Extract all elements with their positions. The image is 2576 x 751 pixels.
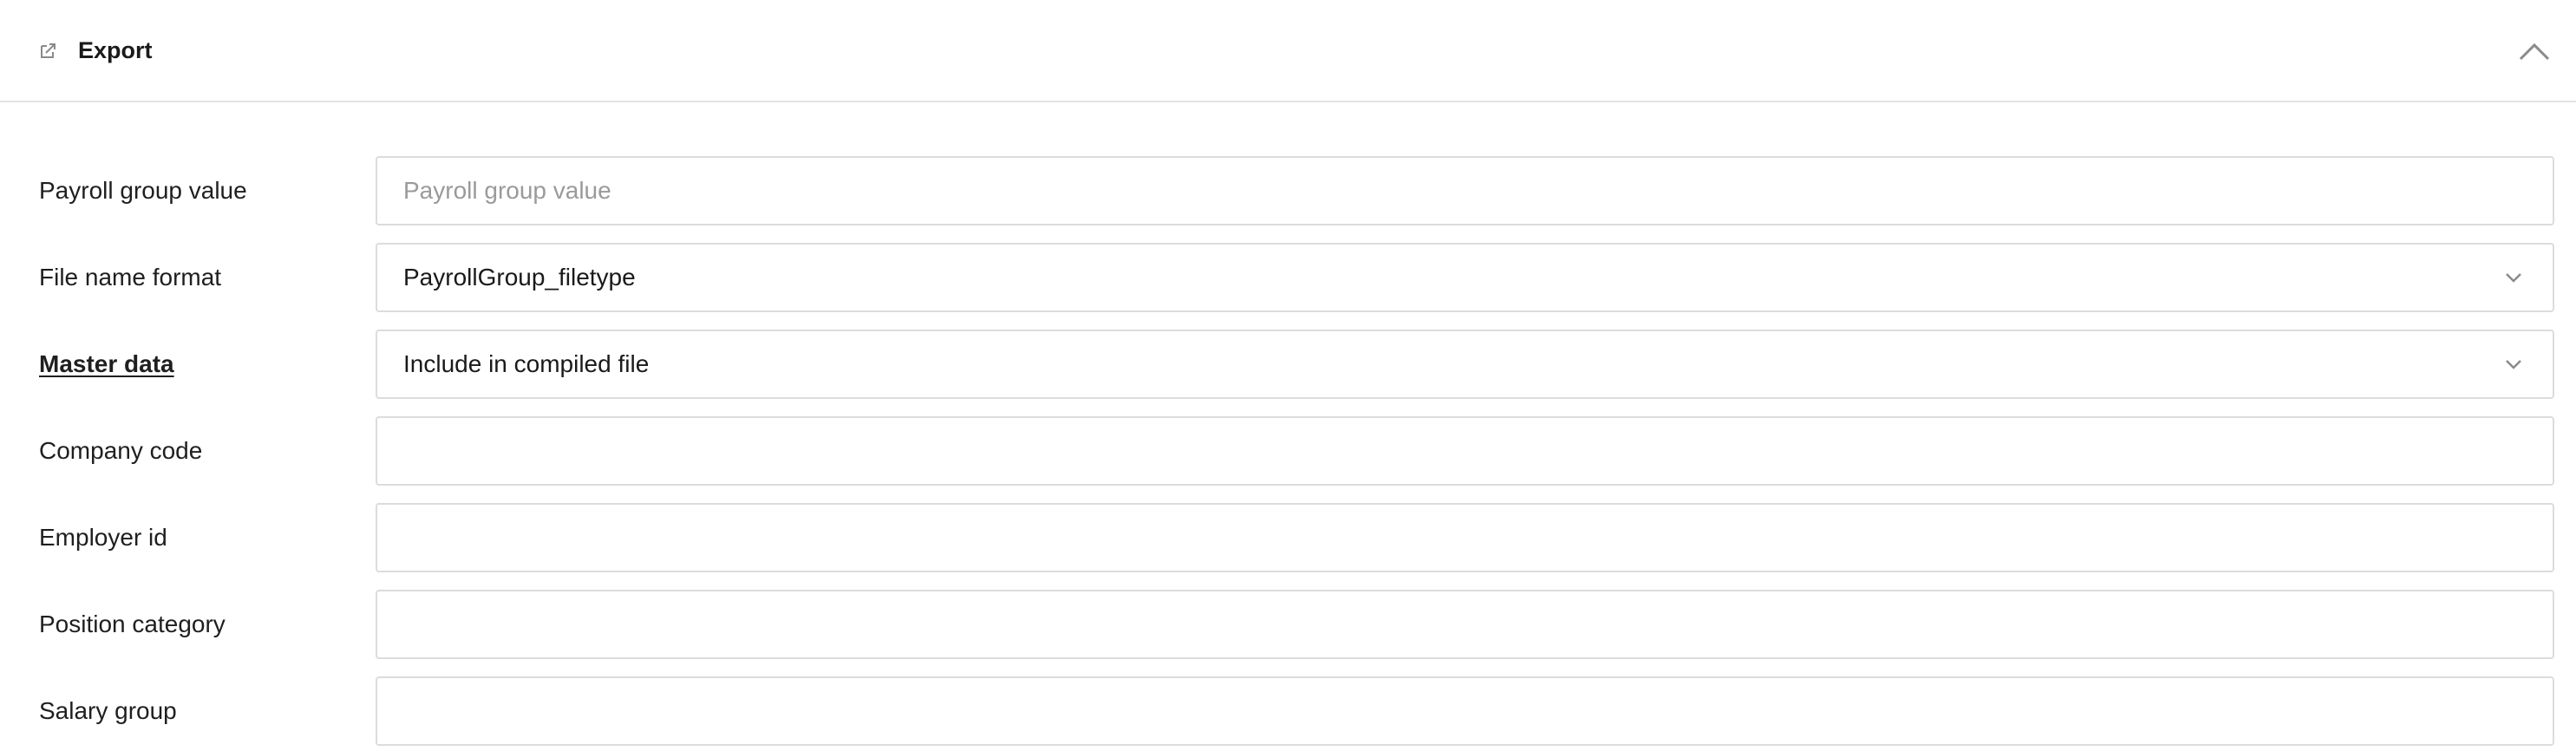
master-data-label[interactable]: Master data bbox=[0, 350, 376, 378]
form-row-employer-id: Employer id bbox=[0, 494, 2576, 581]
form-row-salary-group: Salary group bbox=[0, 668, 2576, 751]
form-row-master-data: Master data Include in compiled file bbox=[0, 321, 2576, 408]
file-name-format-select[interactable]: PayrollGroup_filetype bbox=[376, 243, 2554, 312]
collapse-button[interactable] bbox=[2515, 32, 2553, 70]
employer-id-field[interactable] bbox=[376, 503, 2554, 572]
export-section-header[interactable]: Export bbox=[0, 0, 2576, 102]
position-category-field[interactable] bbox=[376, 590, 2554, 659]
payroll-group-value-field[interactable] bbox=[376, 156, 2554, 225]
form-row-file-name-format: File name format PayrollGroup_filetype bbox=[0, 234, 2576, 321]
file-name-format-label: File name format bbox=[39, 264, 222, 291]
chevron-up-icon bbox=[2519, 42, 2550, 61]
chevron-down-icon bbox=[2501, 351, 2527, 377]
export-settings-page: Export Payroll group value File name for… bbox=[0, 0, 2576, 751]
employer-id-input[interactable] bbox=[403, 505, 2527, 571]
payroll-group-value-label: Payroll group value bbox=[39, 177, 247, 204]
file-name-format-value: PayrollGroup_filetype bbox=[403, 264, 636, 291]
position-category-input[interactable] bbox=[403, 591, 2527, 657]
master-data-value: Include in compiled file bbox=[403, 350, 650, 377]
salary-group-field[interactable] bbox=[376, 676, 2554, 746]
company-code-label: Company code bbox=[39, 437, 203, 464]
export-form: Payroll group value File name format Pay… bbox=[0, 102, 2576, 751]
master-data-select[interactable]: Include in compiled file bbox=[376, 330, 2554, 399]
payroll-group-value-input[interactable] bbox=[403, 158, 2527, 224]
company-code-input[interactable] bbox=[403, 418, 2527, 484]
form-row-position-category: Position category bbox=[0, 581, 2576, 668]
export-icon bbox=[38, 40, 59, 61]
section-title: Export bbox=[78, 36, 153, 63]
form-row-payroll-group-value: Payroll group value bbox=[0, 147, 2576, 234]
form-row-company-code: Company code bbox=[0, 408, 2576, 494]
company-code-field[interactable] bbox=[376, 416, 2554, 486]
position-category-label: Position category bbox=[39, 611, 226, 637]
employer-id-label: Employer id bbox=[39, 524, 167, 551]
chevron-down-icon bbox=[2501, 264, 2527, 291]
salary-group-input[interactable] bbox=[403, 678, 2527, 744]
salary-group-label: Salary group bbox=[39, 697, 177, 724]
